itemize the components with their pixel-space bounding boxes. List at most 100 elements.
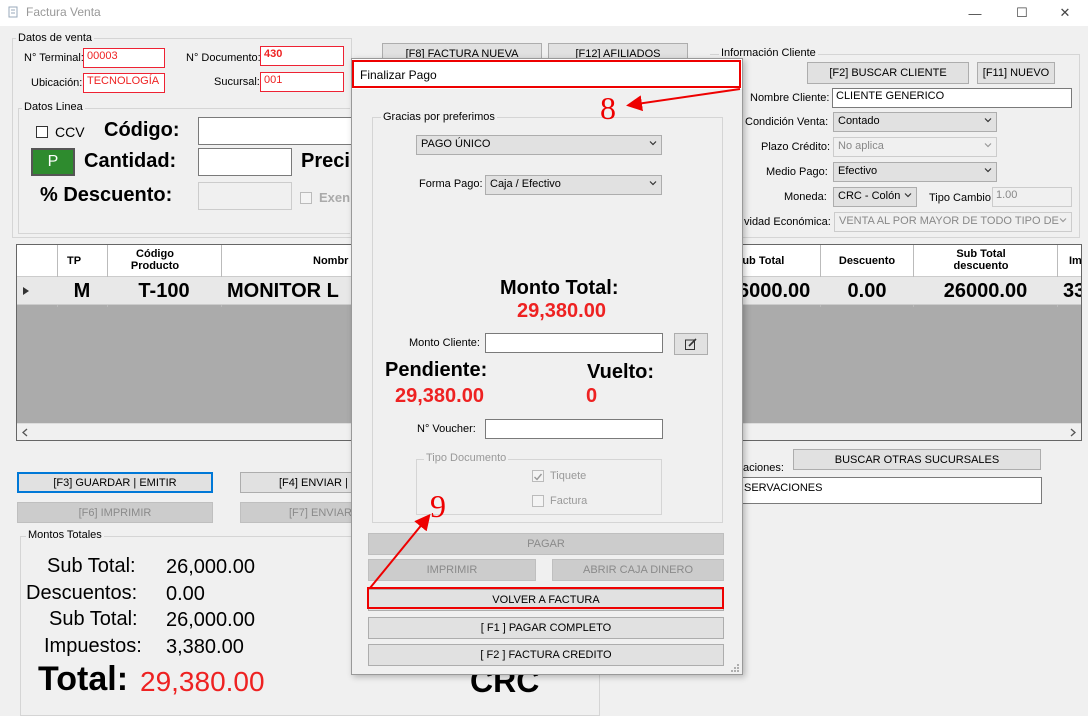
observaciones-field[interactable]: SERVACIONES: [740, 477, 1042, 504]
condicion-venta-label: Condición Venta:: [745, 116, 829, 128]
plazo-credito-label: Plazo Crédito:: [761, 141, 831, 153]
factura-credito-button[interactable]: [ F2 ] FACTURA CREDITO: [368, 644, 724, 666]
subtotal2-label: Sub Total:: [49, 608, 138, 630]
tipo-pago-select[interactable]: PAGO ÚNICO: [416, 135, 662, 155]
cell-nombre: MONITOR L: [227, 280, 339, 302]
condicion-venta-select[interactable]: Contado: [833, 112, 997, 132]
tipo-documento-label: Tipo Documento: [424, 452, 509, 464]
header-subtotal-descuento: Sub Total descuento: [953, 248, 1009, 272]
vuelto-value: 0: [586, 385, 598, 407]
scroll-right-icon[interactable]: [1069, 428, 1077, 437]
nuevo-cliente-button[interactable]: [F11] NUEVO: [977, 62, 1055, 84]
edit-icon: [685, 338, 697, 350]
monto-cliente-input[interactable]: [485, 333, 663, 353]
nombre-cliente-label: Nombre Cliente:: [750, 92, 830, 104]
precio-label: Preci: [301, 150, 350, 172]
ccv-label: CCV: [55, 124, 85, 140]
terminal-label: N° Terminal:: [24, 52, 84, 64]
pendiente-value: 29,380.00: [395, 385, 484, 407]
finalizar-pago-dialog: Finalizar Pago Gracias por preferimos PA…: [351, 58, 743, 675]
tiquete-checkbox[interactable]: [532, 470, 544, 482]
header-tp: TP: [66, 255, 82, 267]
chevron-down-icon: [904, 193, 912, 198]
ubicacion-field[interactable]: TECNOLOGÍA: [83, 73, 165, 93]
descuento-input[interactable]: [198, 182, 292, 210]
scroll-left-icon[interactable]: [21, 428, 29, 437]
factura-label: Factura: [550, 495, 588, 507]
descuento-label: % Descuento:: [40, 184, 173, 206]
annotation-step-8: 8: [600, 90, 616, 126]
moneda-label: Moneda:: [784, 191, 827, 203]
abrir-caja-button[interactable]: ABRIR CAJA DINERO: [552, 559, 724, 581]
tipo-pago-value: PAGO ÚNICO: [421, 138, 491, 150]
condicion-venta-value: Contado: [838, 115, 880, 127]
impuestos-value: 3,380.00: [166, 636, 244, 658]
plazo-credito-value: No aplica: [838, 140, 884, 152]
nombre-cliente-field[interactable]: CLIENTE GENERICO: [832, 88, 1072, 108]
medio-pago-label: Medio Pago:: [766, 166, 828, 178]
header-codigo: Código Producto: [130, 248, 180, 272]
resize-grip-icon[interactable]: [730, 663, 740, 673]
voucher-label: N° Voucher:: [417, 423, 476, 435]
chevron-down-icon: [1059, 218, 1067, 223]
actividad-economica-value: VENTA AL POR MAYOR DE TODO TIPO DE: [839, 215, 1059, 227]
codigo-label: Código:: [104, 119, 180, 141]
observaciones-label: aciones:: [743, 462, 784, 474]
sucursal-label: Sucursal:: [214, 76, 260, 88]
edit-monto-button[interactable]: [674, 333, 708, 355]
dialog-imprimir-button[interactable]: IMPRIMIR: [368, 559, 536, 581]
chevron-down-icon: [984, 118, 992, 123]
plazo-credito-select[interactable]: No aplica: [833, 137, 997, 157]
p-button[interactable]: P: [31, 148, 75, 176]
forma-pago-value: Caja / Efectivo: [490, 178, 561, 190]
moneda-value: CRC - Colón: [838, 190, 901, 202]
tipo-cambio-field[interactable]: 1.00: [992, 187, 1072, 207]
vuelto-label: Vuelto:: [587, 361, 655, 383]
maximize-button[interactable]: ☐: [999, 0, 1045, 26]
forma-pago-select[interactable]: Caja / Efectivo: [485, 175, 662, 195]
cell-codigo: T-100: [138, 280, 190, 302]
ccv-checkbox[interactable]: [36, 126, 48, 138]
header-descuento: Descuento: [838, 255, 896, 267]
medio-pago-select[interactable]: Efectivo: [833, 162, 997, 182]
check-icon: [534, 473, 543, 481]
chevron-down-icon: [984, 168, 992, 173]
header-nombre: Nombr: [313, 255, 349, 267]
header-impuesto: Im: [1069, 255, 1082, 267]
datos-linea-label: Datos Linea: [22, 101, 85, 113]
medio-pago-value: Efectivo: [838, 165, 878, 177]
cell-tp: M: [73, 280, 91, 302]
chevron-down-icon: [984, 143, 992, 148]
exento-checkbox[interactable]: [300, 192, 312, 204]
pagar-button[interactable]: PAGAR: [368, 533, 724, 555]
imprimir-button[interactable]: [F6] IMPRIMIR: [17, 502, 213, 523]
buscar-cliente-button[interactable]: [F2] BUSCAR CLIENTE: [807, 62, 969, 84]
enviar-button[interactable]: [F4] ENVIAR | T: [240, 472, 352, 493]
terminal-field[interactable]: 00003: [83, 48, 165, 68]
monto-total-value: 29,380.00: [517, 300, 606, 322]
close-button[interactable]: ✕: [1042, 0, 1088, 26]
cell-subtotal: 6000.00: [738, 280, 811, 302]
subtotal-value: 26,000.00: [166, 556, 255, 578]
factura-checkbox[interactable]: [532, 495, 544, 507]
buscar-sucursales-button[interactable]: BUSCAR OTRAS SUCURSALES: [793, 449, 1041, 470]
actividad-economica-label: vidad Económica:: [744, 216, 831, 228]
codigo-input[interactable]: [198, 117, 352, 145]
descuentos-label: Descuentos:: [26, 582, 138, 604]
documento-field[interactable]: 430: [260, 46, 344, 66]
total-value: 29,380.00: [140, 666, 265, 697]
datos-venta-label: Datos de venta: [16, 32, 94, 44]
enviar-secondary-button[interactable]: [F7] ENVIAR: [240, 502, 352, 523]
window-title: Factura Venta: [26, 5, 101, 19]
total-label: Total:: [38, 660, 129, 698]
annotation-box-dialog-title: [352, 60, 741, 88]
voucher-input[interactable]: [485, 419, 663, 439]
guardar-emitir-button[interactable]: [F3] GUARDAR | EMITIR: [17, 472, 213, 493]
minimize-button[interactable]: —: [952, 0, 998, 26]
moneda-select[interactable]: CRC - Colón: [833, 187, 917, 207]
pagar-completo-button[interactable]: [ F1 ] PAGAR COMPLETO: [368, 617, 724, 639]
actividad-economica-select[interactable]: VENTA AL POR MAYOR DE TODO TIPO DE: [834, 212, 1072, 232]
cantidad-input[interactable]: [198, 148, 292, 176]
subtotal2-value: 26,000.00: [166, 609, 255, 631]
sucursal-field[interactable]: 001: [260, 72, 344, 92]
